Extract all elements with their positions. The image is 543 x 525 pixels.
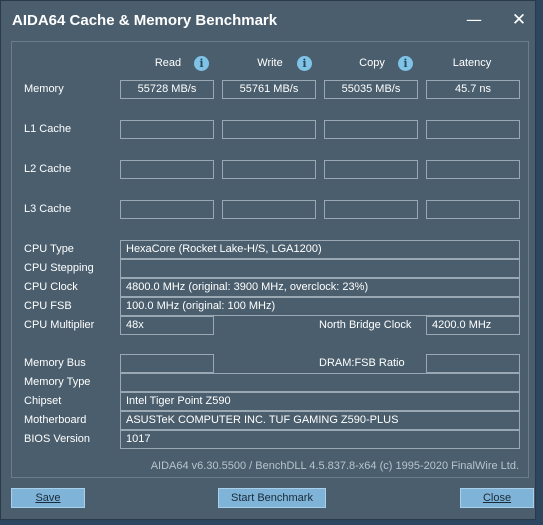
l3-write-value [222,200,316,219]
motherboard-value: ASUSTeK COMPUTER INC. TUF GAMING Z590-PL… [120,411,520,430]
save-button-label: Save [35,492,61,504]
column-header-write: Write [257,57,283,69]
close-button-label: Close [482,492,512,504]
dram-fsb-ratio-label: DRAM:FSB Ratio [319,357,405,369]
bios-version-value: 1017 [120,430,520,449]
minimize-icon[interactable]: — [463,9,485,31]
row-label-l1-cache: L1 Cache [24,123,72,135]
memory-write-value: 55761 MB/s [222,80,316,99]
row-label-l3-cache: L3 Cache [24,203,72,215]
column-header-copy: Copy [359,57,385,69]
title-bar[interactable]: AIDA64 Cache & Memory Benchmark — ✕ [1,1,535,39]
start-benchmark-button[interactable]: Start Benchmark [218,488,326,508]
memory-bus-value [120,354,214,373]
cpu-fsb-value: 100.0 MHz (original: 100 MHz) [120,297,520,316]
north-bridge-clock-value: 4200.0 MHz [426,316,520,335]
chipset-value: Intel Tiger Point Z590 [120,392,520,411]
row-label-memory: Memory [24,83,64,95]
close-icon[interactable]: ✕ [508,9,530,31]
l3-latency-value [426,200,520,219]
cpu-clock-label: CPU Clock [24,281,78,293]
chipset-label: Chipset [24,395,62,407]
benchmark-window: AIDA64 Cache & Memory Benchmark — ✕ Read… [0,0,536,520]
l2-copy-value [324,160,418,179]
memory-copy-value: 55035 MB/s [324,80,418,99]
l1-write-value [222,120,316,139]
close-button[interactable]: Close [460,488,534,508]
l2-read-value [120,160,214,179]
cpu-stepping-label: CPU Stepping [24,262,94,274]
cpu-type-value: HexaCore (Rocket Lake-H/S, LGA1200) [120,240,520,259]
info-icon-write[interactable]: i [297,56,312,71]
l1-copy-value [324,120,418,139]
cpu-multiplier-value: 48x [120,316,214,335]
dram-fsb-ratio-value [426,354,520,373]
l2-latency-value [426,160,520,179]
memory-read-value: 55728 MB/s [120,80,214,99]
column-header-read: Read [154,57,182,69]
column-header-latency: Latency [452,57,492,69]
start-benchmark-button-label: Start Benchmark [231,492,313,504]
cpu-type-label: CPU Type [24,243,74,255]
north-bridge-clock-label: North Bridge Clock [319,319,412,331]
save-button[interactable]: Save [11,488,85,508]
motherboard-label: Motherboard [24,414,87,426]
cpu-fsb-label: CPU FSB [24,300,72,312]
window-title: AIDA64 Cache & Memory Benchmark [12,12,278,29]
l1-latency-value [426,120,520,139]
row-label-l2-cache: L2 Cache [24,163,72,175]
results-panel: Read i Write i Copy i Latency Memory 557… [11,41,529,478]
l1-read-value [120,120,214,139]
cpu-clock-value: 4800.0 MHz (original: 3900 MHz, overcloc… [120,278,520,297]
cpu-multiplier-label: CPU Multiplier [24,319,95,331]
info-icon-read[interactable]: i [194,56,209,71]
memory-type-label: Memory Type [24,376,91,388]
desktop-background-bottom [0,520,543,525]
l3-copy-value [324,200,418,219]
bios-version-label: BIOS Version [24,433,91,445]
memory-bus-label: Memory Bus [24,357,86,369]
desktop-background-right [536,0,543,525]
l3-read-value [120,200,214,219]
memory-type-value [120,373,520,392]
info-icon-copy[interactable]: i [398,56,413,71]
version-footer: AIDA64 v6.30.5500 / BenchDLL 4.5.837.8-x… [150,460,519,472]
cpu-stepping-value [120,259,520,278]
l2-write-value [222,160,316,179]
memory-latency-value: 45.7 ns [426,80,520,99]
